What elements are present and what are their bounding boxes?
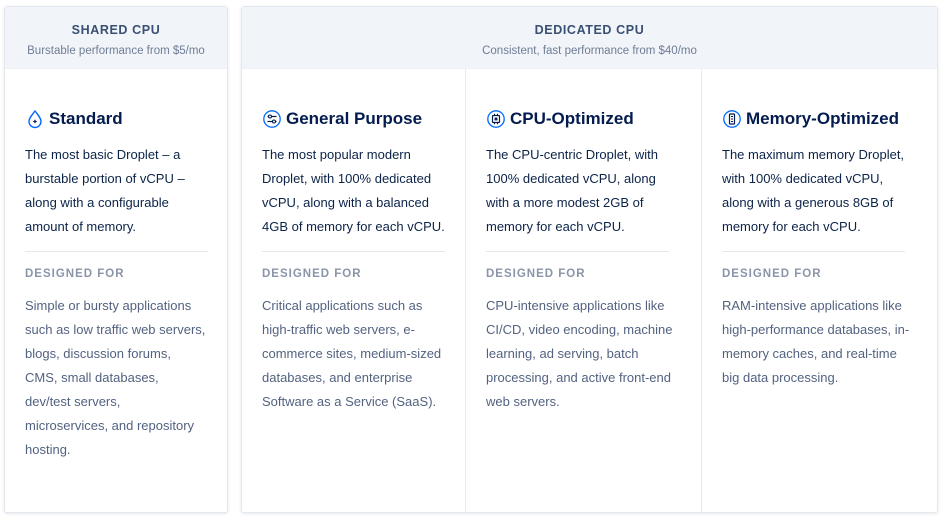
designed-for-label: DESIGNED FOR [486, 268, 586, 280]
designed-for-text: Critical applications such as high-traff… [262, 298, 442, 409]
plan-card-cpu-optimized: CPU-Optimized The CPU-centric Droplet, w… [465, 69, 701, 512]
memory-stick-icon [723, 110, 741, 128]
plan-heading: Memory-Optimized [722, 107, 917, 131]
plan-heading: Standard [25, 107, 207, 131]
dedicated-cpu-header: DEDICATED CPU Consistent, fast performan… [242, 7, 937, 69]
plan-name: General Purpose [286, 109, 423, 128]
divider [486, 251, 669, 252]
plan-card-general-purpose: General Purpose The most popular modern … [242, 69, 465, 512]
divider [262, 251, 445, 252]
designed-for-label: DESIGNED FOR [262, 268, 362, 280]
plan-name: Memory-Optimized [746, 109, 900, 128]
plan-card-memory-optimized: Memory-Optimized The maximum memory Drop… [701, 69, 937, 512]
plan-description: The most popular modern Droplet, with 10… [262, 147, 445, 234]
dedicated-cpu-panel: DEDICATED CPU Consistent, fast performan… [241, 6, 938, 513]
designed-for-label: DESIGNED FOR [722, 268, 822, 280]
designed-for-text: Simple or bursty applications such as lo… [25, 298, 206, 457]
droplet-icon [28, 109, 42, 129]
plan-description: The most basic Droplet – a burstable por… [25, 147, 185, 234]
plan-description: The CPU-centric Droplet, with 100% dedic… [486, 147, 658, 234]
divider [25, 251, 208, 252]
plan-heading: CPU-Optimized [486, 107, 681, 131]
shared-cpu-title: SHARED CPU [71, 23, 161, 37]
shared-cpu-header: SHARED CPU Burstable performance from $5… [5, 7, 227, 69]
sliders-icon [263, 110, 281, 128]
divider [722, 251, 905, 252]
shared-cpu-panel: SHARED CPU Burstable performance from $5… [4, 6, 228, 513]
plan-card-standard: Standard The most basic Droplet – a burs… [5, 69, 227, 512]
designed-for-text: CPU-intensive applications like CI/CD, v… [486, 298, 673, 409]
dedicated-cpu-title: DEDICATED CPU [534, 23, 645, 37]
plan-heading: General Purpose [262, 107, 445, 131]
shared-cpu-subtitle: Burstable performance from $5/mo [27, 45, 205, 57]
plan-name: Standard [49, 109, 123, 128]
designed-for-label: DESIGNED FOR [25, 268, 125, 280]
plan-name: CPU-Optimized [510, 109, 634, 128]
designed-for-text: RAM-intensive applications like high-per… [722, 298, 910, 385]
plan-description: The maximum memory Droplet, with 100% de… [722, 147, 905, 234]
cpu-chip-icon [487, 110, 505, 128]
dedicated-cpu-subtitle: Consistent, fast performance from $40/mo [482, 45, 697, 57]
